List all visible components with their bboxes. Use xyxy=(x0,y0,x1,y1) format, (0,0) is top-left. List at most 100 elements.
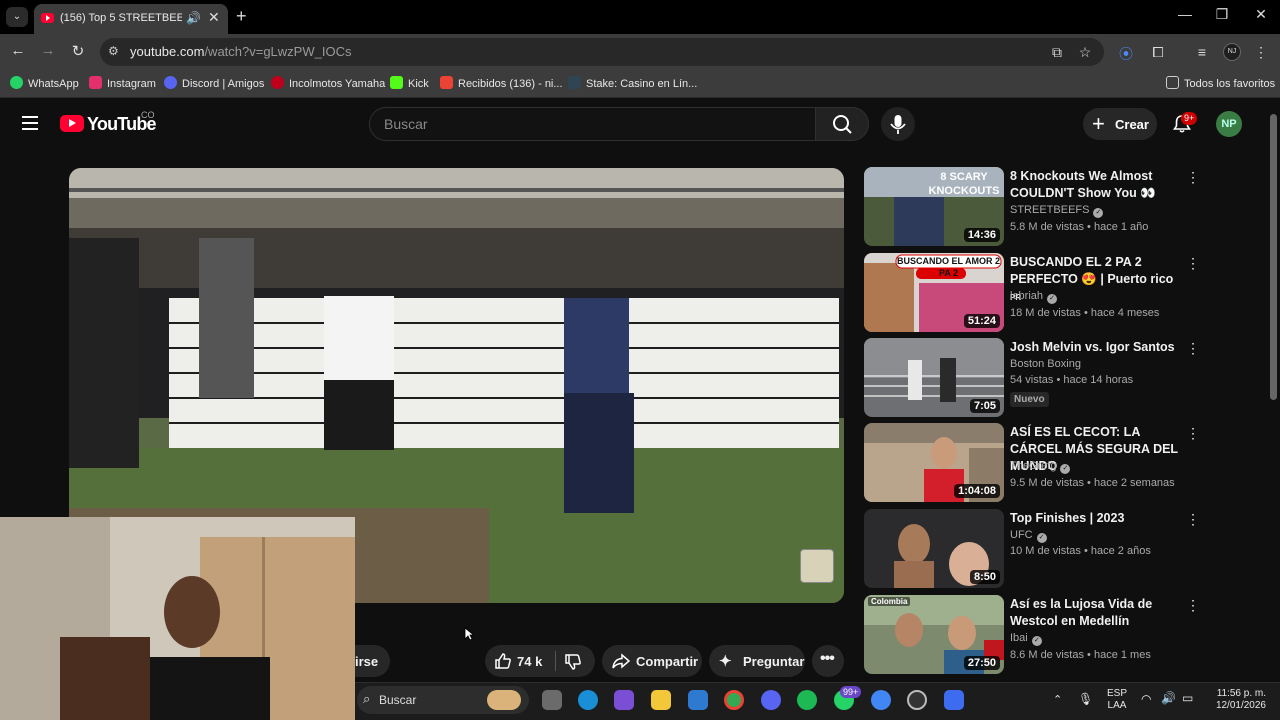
ask-label: Preguntar xyxy=(743,654,805,669)
tab-close-icon[interactable]: ✕ xyxy=(208,9,220,26)
video-title[interactable]: Top Finishes | 2023 xyxy=(1010,510,1180,527)
new-tab-button[interactable]: + xyxy=(236,6,247,27)
discord-icon xyxy=(164,76,177,89)
media-extension-icon[interactable]: ⦿ xyxy=(1117,44,1135,64)
taskbar-search[interactable]: ⌕ Buscar xyxy=(357,686,529,714)
back-arrow-icon[interactable]: ← xyxy=(8,42,28,59)
battery-icon[interactable]: ▭ xyxy=(1182,692,1193,704)
bookmark-stake[interactable]: Stake: Casino en Lín... xyxy=(568,76,697,90)
file-explorer-icon[interactable] xyxy=(651,690,671,710)
search-input[interactable]: Buscar xyxy=(369,107,816,141)
window-close-icon[interactable]: ✕ xyxy=(1251,6,1271,23)
chrome-profile-icon[interactable] xyxy=(871,690,891,710)
recommendation-item[interactable]: 8:50 Top Finishes | 2023 UFC ✓ 10 M de vi… xyxy=(864,509,1204,589)
reload-icon[interactable]: ↻ xyxy=(68,42,88,60)
like-icon[interactable] xyxy=(493,651,513,671)
language-indicator[interactable]: ESP LAA xyxy=(1104,688,1130,712)
instagram-icon xyxy=(89,76,102,89)
chrome-icon[interactable] xyxy=(724,690,744,710)
more-vertical-icon[interactable]: ⋮ xyxy=(1186,169,1200,186)
app-icon[interactable] xyxy=(944,690,964,710)
media-controls-icon[interactable]: ≡ xyxy=(1193,44,1211,60)
task-view-icon[interactable] xyxy=(542,690,562,710)
clock[interactable]: 11:56 p. m. 12/01/2026 xyxy=(1204,688,1266,712)
whatsapp-badge: 99+ xyxy=(840,686,862,698)
video-thumbnail[interactable]: Colombia 27:50 xyxy=(864,595,1004,674)
bookmark-instagram[interactable]: Instagram xyxy=(89,76,156,90)
more-vertical-icon[interactable]: ⋮ xyxy=(1186,340,1200,357)
video-thumbnail[interactable]: BUSCANDO EL AMOR 2 PA 2 51:24 xyxy=(864,253,1004,332)
more-horizontal-icon: ••• xyxy=(820,650,835,667)
bookmark-kick[interactable]: Kick xyxy=(390,76,429,90)
install-app-icon[interactable]: ⧉ xyxy=(1048,44,1066,61)
bookmark-gmail[interactable]: Recibidos (136) - ni... xyxy=(440,76,563,90)
discord-icon[interactable] xyxy=(761,690,781,710)
volume-icon[interactable]: 🔊 xyxy=(1161,692,1176,704)
tab-search-chevron-icon[interactable]: ⌄ xyxy=(6,7,28,27)
video-thumbnail[interactable]: 1:04:08 xyxy=(864,423,1004,502)
video-title[interactable]: Josh Melvin vs. Igor Santos xyxy=(1010,339,1180,356)
video-thumbnail[interactable]: 8 SCARY KNOCKOUTS 14:36 xyxy=(864,167,1004,246)
extensions-puzzle-icon[interactable]: ⧠ xyxy=(1149,44,1167,61)
address-bar[interactable]: ⚙ youtube.com/watch?v=gLwzPW_IOCs xyxy=(100,38,1104,66)
recommendation-item[interactable]: 8 SCARY KNOCKOUTS 14:36 8 Knockouts We A… xyxy=(864,167,1204,247)
youtube-logo-icon[interactable] xyxy=(60,115,84,132)
more-vertical-icon[interactable]: ⋮ xyxy=(1186,597,1200,614)
scrollbar-thumb[interactable] xyxy=(1270,114,1277,400)
create-button[interactable]: + Crear xyxy=(1083,108,1157,140)
video-title[interactable]: 8 Knockouts We Almost COULDN'T Show You … xyxy=(1010,168,1180,202)
video-thumbnail[interactable]: 7:05 xyxy=(864,338,1004,417)
browser-menu-icon[interactable]: ⋮ xyxy=(1252,44,1270,61)
microphone-icon[interactable]: 🎙 xyxy=(1078,693,1093,705)
channel-name[interactable]: Ibai ✓ xyxy=(1010,632,1042,646)
video-duration: 1:04:08 xyxy=(954,484,1000,498)
channel-name[interactable]: lebriah ✓ xyxy=(1010,290,1058,304)
video-thumbnail[interactable]: 8:50 xyxy=(864,509,1004,588)
spotify-icon[interactable] xyxy=(797,690,817,710)
copilot-icon[interactable] xyxy=(614,690,634,710)
folder-icon xyxy=(1166,76,1179,89)
channel-name[interactable]: TheGrefg ✓ xyxy=(1010,460,1071,474)
channel-name[interactable]: Boston Boxing xyxy=(1010,358,1081,370)
site-info-icon[interactable]: ⚙ xyxy=(108,44,119,58)
steam-icon[interactable] xyxy=(907,690,927,710)
like-count[interactable]: 74 k xyxy=(517,654,542,669)
browser-tab-active[interactable]: (156) Top 5 STREETBEEFS KO 🔊 ✕ xyxy=(34,4,228,34)
webcam-overlay xyxy=(0,517,355,720)
recommendation-item[interactable]: 1:04:08 ASÍ ES EL CECOT: LA CÁRCEL MÁS S… xyxy=(864,423,1204,503)
search-button[interactable] xyxy=(815,107,869,141)
bookmark-discord[interactable]: Discord | Amigos xyxy=(164,76,264,90)
share-button[interactable]: Compartir xyxy=(602,645,702,677)
video-title[interactable]: Así es la Lujosa Vida de Westcol en Mede… xyxy=(1010,596,1180,630)
forward-arrow-icon[interactable]: → xyxy=(38,42,58,59)
bookmark-whatsapp[interactable]: WhatsApp xyxy=(10,76,79,90)
channel-name[interactable]: UFC ✓ xyxy=(1010,529,1047,543)
account-avatar[interactable]: NP xyxy=(1216,111,1242,137)
voice-search-button[interactable] xyxy=(881,107,915,141)
tab-audio-icon[interactable]: 🔊 xyxy=(186,11,201,25)
dislike-icon[interactable] xyxy=(563,652,583,672)
store-icon[interactable] xyxy=(688,690,708,710)
tray-chevron-icon[interactable]: ⌃ xyxy=(1053,694,1062,706)
browser-profile-avatar[interactable]: NJ xyxy=(1223,43,1241,61)
maximize-icon[interactable]: ❐ xyxy=(1212,6,1232,23)
more-vertical-icon[interactable]: ⋮ xyxy=(1186,425,1200,442)
recommendation-item[interactable]: 7:05 Josh Melvin vs. Igor Santos Boston … xyxy=(864,338,1204,418)
all-bookmarks-folder[interactable]: Todos los favoritos xyxy=(1166,76,1275,90)
recommendation-item[interactable]: Colombia 27:50 Así es la Lujosa Vida de … xyxy=(864,595,1204,675)
channel-name[interactable]: STREETBEEFS ✓ xyxy=(1010,204,1104,218)
minimize-icon[interactable]: — xyxy=(1175,6,1195,22)
more-actions-button[interactable]: ••• xyxy=(812,645,844,677)
edge-icon[interactable] xyxy=(578,690,598,710)
wifi-icon[interactable]: ◠ xyxy=(1141,693,1151,705)
bookmark-star-icon[interactable]: ☆ xyxy=(1076,44,1094,61)
subscribe-button[interactable]: irse xyxy=(355,645,390,677)
more-vertical-icon[interactable]: ⋮ xyxy=(1186,255,1200,272)
hamburger-menu-icon[interactable] xyxy=(22,116,38,130)
browser-tab-bar: ⌄ (156) Top 5 STREETBEEFS KO 🔊 ✕ + — ❐ ✕ xyxy=(0,0,1280,34)
bookmark-incolmotos[interactable]: Incolmotos Yamaha xyxy=(271,76,385,90)
channel-watermark-icon[interactable] xyxy=(800,549,834,583)
ask-button[interactable]: ✦ Preguntar xyxy=(709,645,805,677)
more-vertical-icon[interactable]: ⋮ xyxy=(1186,511,1200,528)
recommendation-item[interactable]: BUSCANDO EL AMOR 2 PA 2 51:24 BUSCANDO E… xyxy=(864,253,1204,333)
